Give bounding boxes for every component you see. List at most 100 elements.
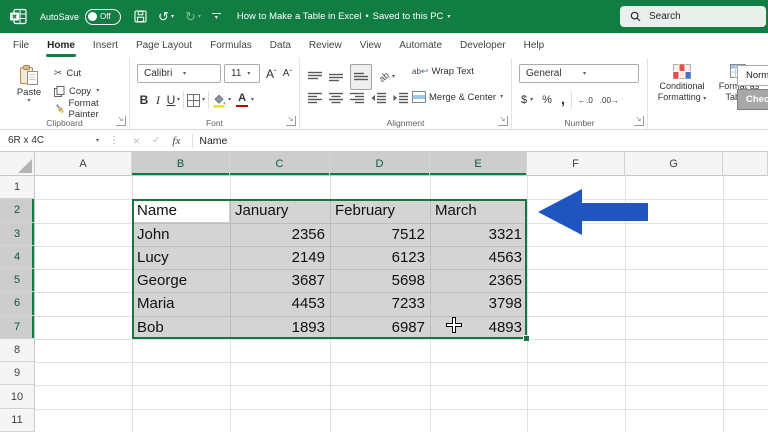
column-header-A[interactable]: A bbox=[35, 152, 132, 176]
save-icon[interactable] bbox=[134, 10, 147, 23]
italic-button[interactable]: I bbox=[151, 93, 165, 108]
cell-E2[interactable]: March bbox=[430, 199, 527, 222]
number-format-select[interactable]: General ▾ bbox=[519, 64, 639, 83]
row-header-8[interactable]: 8 bbox=[0, 339, 35, 362]
align-top-icon[interactable] bbox=[308, 71, 322, 84]
cell-style-normal[interactable]: Normal bbox=[737, 65, 768, 86]
cell-C5[interactable]: 3687 bbox=[230, 269, 330, 292]
cell-style-check[interactable]: Check bbox=[737, 89, 768, 110]
cell-E6[interactable]: 3798 bbox=[430, 292, 527, 315]
ribbon-tab-help[interactable]: Help bbox=[515, 33, 554, 58]
ribbon-tab-review[interactable]: Review bbox=[300, 33, 351, 58]
ribbon-tab-home[interactable]: Home bbox=[38, 33, 84, 58]
align-right-icon[interactable] bbox=[350, 92, 364, 104]
column-header-G[interactable]: G bbox=[625, 152, 723, 176]
column-header-B[interactable]: B bbox=[132, 152, 230, 176]
orientation-button[interactable]: ab ▾ bbox=[379, 72, 395, 82]
document-title[interactable]: How to Make a Table in Excel • Saved to … bbox=[237, 11, 451, 22]
fill-color-icon[interactable] bbox=[212, 93, 226, 108]
ribbon-tab-file[interactable]: File bbox=[4, 33, 38, 58]
cell-E4[interactable]: 4563 bbox=[430, 246, 527, 269]
ribbon-tab-developer[interactable]: Developer bbox=[451, 33, 515, 58]
name-box[interactable]: 6R x 4C bbox=[0, 135, 96, 146]
ribbon-tab-view[interactable]: View bbox=[351, 33, 391, 58]
confirm-entry-icon[interactable]: ✓ bbox=[152, 135, 160, 146]
cell-D3[interactable]: 7512 bbox=[330, 223, 430, 246]
row-header-5[interactable]: 5 bbox=[0, 269, 35, 292]
align-middle-icon[interactable] bbox=[329, 71, 343, 84]
decrease-indent-icon[interactable] bbox=[371, 92, 386, 104]
row-header-3[interactable]: 3 bbox=[0, 223, 35, 246]
clipboard-dialog-launcher[interactable]: ↘ bbox=[116, 116, 126, 126]
cell-C2[interactable]: January bbox=[230, 199, 330, 222]
row-header-9[interactable]: 9 bbox=[0, 362, 35, 385]
column-header-partial[interactable] bbox=[723, 152, 768, 176]
font-color-button[interactable]: A bbox=[236, 93, 248, 108]
row-header-10[interactable]: 10 bbox=[0, 385, 35, 408]
cell-B4[interactable]: Lucy bbox=[132, 246, 230, 269]
ribbon-tab-formulas[interactable]: Formulas bbox=[201, 33, 261, 58]
increase-font-size-button[interactable]: Aˆ bbox=[266, 67, 277, 81]
ribbon-tab-page-layout[interactable]: Page Layout bbox=[127, 33, 201, 58]
cell-D5[interactable]: 5698 bbox=[330, 269, 430, 292]
conditional-formatting-button[interactable]: Conditional Formatting ▾ bbox=[652, 64, 712, 103]
row-header-4[interactable]: 4 bbox=[0, 246, 35, 269]
comma-style-button[interactable]: , bbox=[561, 97, 565, 103]
column-header-C[interactable]: C bbox=[230, 152, 330, 176]
cell-C7[interactable]: 1893 bbox=[230, 316, 330, 339]
alignment-dialog-launcher[interactable]: ↘ bbox=[498, 116, 508, 126]
row-header-11[interactable]: 11 bbox=[0, 409, 35, 432]
cell-B5[interactable]: George bbox=[132, 269, 230, 292]
formula-bar-content[interactable]: Name bbox=[199, 135, 227, 147]
cell-E5[interactable]: 2365 bbox=[430, 269, 527, 292]
autosave-toggle[interactable]: Off bbox=[85, 9, 121, 25]
cell-B7[interactable]: Bob bbox=[132, 316, 230, 339]
ribbon-tab-insert[interactable]: Insert bbox=[84, 33, 127, 58]
column-header-E[interactable]: E bbox=[430, 152, 527, 176]
percent-style-button[interactable]: % bbox=[542, 94, 552, 106]
fill-handle[interactable] bbox=[523, 335, 530, 342]
font-size-select[interactable]: 11 ▾ bbox=[224, 64, 260, 83]
align-left-icon[interactable] bbox=[308, 92, 322, 104]
cell-E3[interactable]: 3321 bbox=[430, 223, 527, 246]
align-bottom-button-selected[interactable] bbox=[350, 64, 372, 90]
merge-center-button[interactable]: Merge & Center ▾ bbox=[412, 91, 503, 103]
select-all-button[interactable] bbox=[0, 152, 35, 176]
align-center-icon[interactable] bbox=[329, 92, 343, 104]
redo-button[interactable]: ↻ ▾ bbox=[185, 10, 201, 23]
row-header-6[interactable]: 6 bbox=[0, 292, 35, 315]
borders-icon[interactable] bbox=[187, 94, 200, 107]
undo-button[interactable]: ↺ ▾ bbox=[158, 10, 174, 23]
ribbon-tab-automate[interactable]: Automate bbox=[390, 33, 451, 58]
bold-button[interactable]: B bbox=[137, 93, 151, 107]
ribbon-tab-data[interactable]: Data bbox=[261, 33, 300, 58]
wrap-text-button[interactable]: ab ↩ Wrap Text bbox=[412, 66, 474, 77]
cell-C6[interactable]: 4453 bbox=[230, 292, 330, 315]
cell-D6[interactable]: 7233 bbox=[330, 292, 430, 315]
increase-indent-icon[interactable] bbox=[393, 92, 408, 104]
decrease-decimal-button[interactable]: .00→ bbox=[600, 96, 619, 105]
cell-C3[interactable]: 2356 bbox=[230, 223, 330, 246]
cancel-entry-icon[interactable]: × bbox=[133, 134, 140, 148]
cut-button[interactable]: ✂ Cut bbox=[54, 64, 81, 82]
excel-app-icon[interactable] bbox=[10, 8, 27, 25]
font-dialog-launcher[interactable]: ↘ bbox=[286, 116, 296, 126]
column-header-F[interactable]: F bbox=[527, 152, 625, 176]
cell-D7[interactable]: 6987 bbox=[330, 316, 430, 339]
decrease-font-size-button[interactable]: Aˇ bbox=[283, 68, 292, 79]
cell-B3[interactable]: John bbox=[132, 223, 230, 246]
row-header-2[interactable]: 2 bbox=[0, 199, 35, 222]
insert-function-icon[interactable]: fx bbox=[172, 135, 180, 147]
column-header-D[interactable]: D bbox=[330, 152, 430, 176]
cell-D2[interactable]: February bbox=[330, 199, 430, 222]
paste-button[interactable]: Paste ▾ bbox=[8, 64, 50, 104]
search-input[interactable]: Search bbox=[620, 6, 766, 27]
cell-C4[interactable]: 2149 bbox=[230, 246, 330, 269]
number-dialog-launcher[interactable]: ↘ bbox=[634, 116, 644, 126]
increase-decimal-button[interactable]: ←.0 bbox=[578, 96, 593, 105]
cell-B6[interactable]: Maria bbox=[132, 292, 230, 315]
cell-B2[interactable]: Name bbox=[132, 199, 230, 222]
cell-D4[interactable]: 6123 bbox=[330, 246, 430, 269]
font-name-select[interactable]: Calibri ▾ bbox=[137, 64, 221, 83]
underline-button[interactable]: U bbox=[165, 93, 177, 107]
